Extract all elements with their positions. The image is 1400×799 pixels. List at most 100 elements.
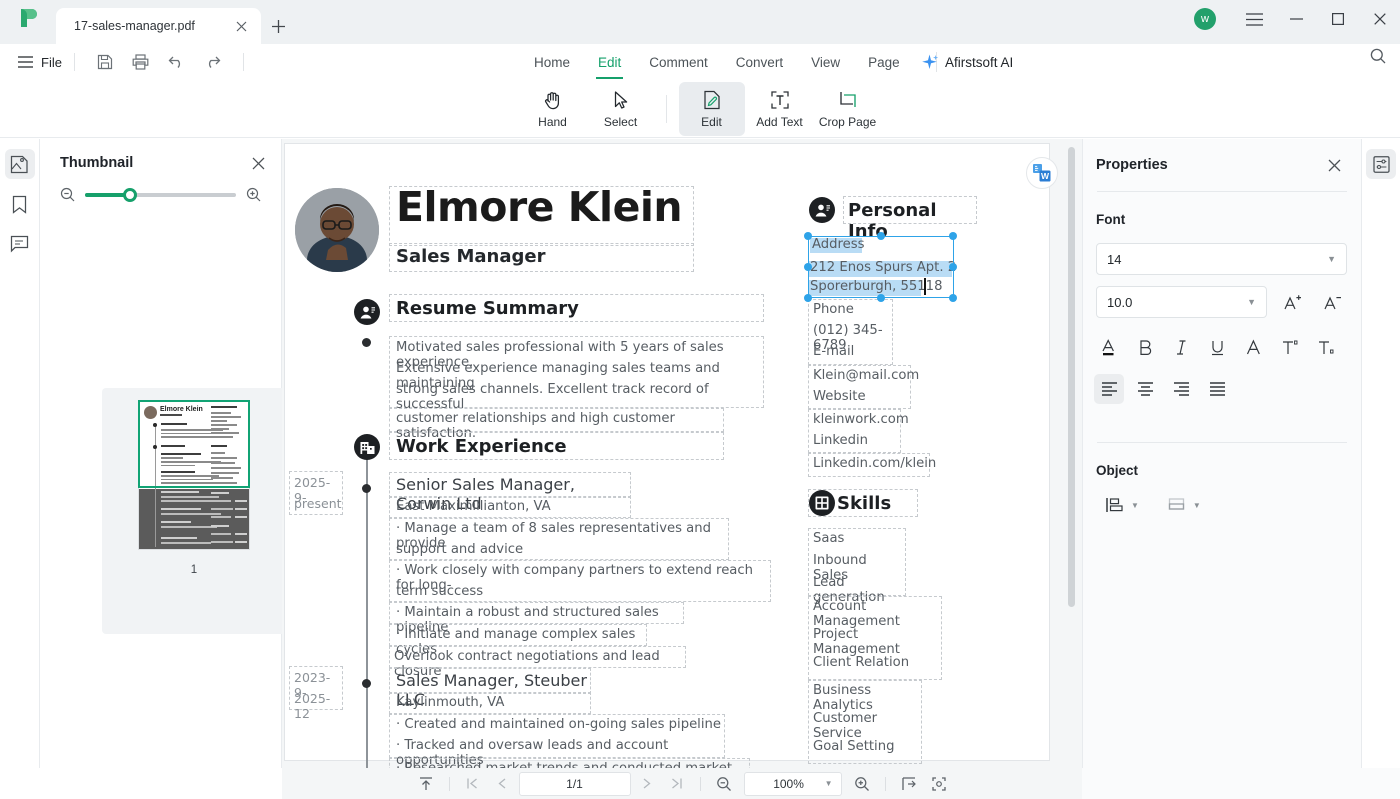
- skills-title-box[interactable]: Skills: [808, 489, 918, 517]
- new-tab-icon[interactable]: [261, 8, 295, 44]
- job1-title-box[interactable]: Senior Sales Manager, Corwin Ltd: [389, 472, 631, 513]
- menu-tab-comment[interactable]: Comment: [635, 45, 722, 79]
- personal-info-box-3[interactable]: kleinwork.com Linkedin: [808, 409, 909, 453]
- minimize-window-icon[interactable]: [1276, 4, 1316, 34]
- tool-edit[interactable]: Edit: [678, 81, 745, 136]
- undo-icon[interactable]: [164, 49, 190, 75]
- personal-info-box-2[interactable]: Klein@mail.com Website: [808, 365, 919, 409]
- resize-handle-tc[interactable]: [877, 232, 885, 240]
- document-viewport[interactable]: Elmore Klein Sales Manager Resume Summar…: [282, 139, 1082, 799]
- align-left-button[interactable]: [1094, 374, 1124, 404]
- job1-date-box[interactable]: 2025-9- present: [289, 471, 343, 515]
- personal-info-box-1[interactable]: Phone (012) 345-6789 E-mail: [808, 299, 893, 365]
- afirstsoft-ai-button[interactable]: Afirstsoft AI: [920, 44, 1013, 80]
- search-icon[interactable]: [1370, 48, 1386, 64]
- superscript-button[interactable]: [1274, 332, 1304, 362]
- job1-bullet-box-2[interactable]: · Work closely with company partners to …: [389, 560, 771, 602]
- close-tab-icon[interactable]: [231, 16, 251, 36]
- thumbnail-zoom-slider[interactable]: [85, 187, 236, 202]
- tool-select[interactable]: Select: [588, 82, 654, 136]
- file-menu-button[interactable]: File: [18, 55, 62, 70]
- rail-comment-button[interactable]: [5, 229, 35, 259]
- resume-summary-box-2[interactable]: customer relationships and high customer…: [389, 408, 724, 441]
- align-center-button[interactable]: [1130, 374, 1160, 404]
- font-size-select[interactable]: 10.0 ▼: [1096, 286, 1267, 318]
- arrange-objects-button[interactable]: ▼: [1167, 496, 1201, 514]
- menu-tab-convert[interactable]: Convert: [722, 45, 797, 79]
- subscript-button[interactable]: [1310, 332, 1340, 362]
- font-family-select[interactable]: 14 ▼: [1096, 243, 1347, 275]
- fit-to-top-button[interactable]: [412, 772, 440, 796]
- resume-role-box[interactable]: Sales Manager: [389, 243, 694, 272]
- rail-properties-button[interactable]: [1366, 149, 1396, 179]
- tool-add-text[interactable]: Add Text: [747, 82, 813, 136]
- resume-name-box[interactable]: Elmore Klein: [389, 183, 694, 246]
- text-style-button[interactable]: [1238, 332, 1268, 362]
- close-properties-panel-icon[interactable]: [1328, 159, 1341, 172]
- align-justify-button[interactable]: [1202, 374, 1232, 404]
- tool-hand[interactable]: Hand: [520, 82, 586, 136]
- first-page-button[interactable]: [459, 772, 487, 796]
- thumbnail-zoom-in-icon[interactable]: [246, 187, 261, 202]
- save-icon[interactable]: [92, 49, 118, 75]
- job1-bullet-box-1[interactable]: · Manage a team of 8 sales representativ…: [389, 518, 729, 560]
- resume-summary-box[interactable]: Motivated sales professional with 5 year…: [389, 336, 764, 412]
- job1-bullet-box-3[interactable]: · Maintain a robust and structured sales…: [389, 602, 684, 635]
- tool-crop-page[interactable]: Crop Page: [815, 82, 881, 136]
- menu-tab-home[interactable]: Home: [520, 45, 584, 79]
- last-page-button[interactable]: [663, 772, 691, 796]
- menu-tab-view[interactable]: View: [797, 45, 854, 79]
- menu-tab-edit[interactable]: Edit: [584, 45, 635, 79]
- user-avatar[interactable]: w: [1194, 8, 1216, 30]
- previous-page-button[interactable]: [489, 772, 517, 796]
- italic-button[interactable]: [1166, 332, 1196, 362]
- convert-to-word-button[interactable]: W: [1026, 157, 1058, 189]
- work-experience-title-box[interactable]: Work Experience: [389, 432, 724, 460]
- selected-text-box[interactable]: [808, 236, 954, 298]
- resize-handle-tl[interactable]: [804, 232, 812, 240]
- job1-bullet-box-4[interactable]: · Initiate and manage complex sales cycl…: [389, 624, 647, 657]
- resize-handle-mr[interactable]: [949, 263, 957, 271]
- thumbnail-zoom-out-icon[interactable]: [60, 187, 75, 202]
- slider-handle[interactable]: [123, 187, 138, 202]
- app-menu-icon[interactable]: [1234, 4, 1274, 34]
- underline-button[interactable]: [1202, 332, 1232, 362]
- rail-bookmark-button[interactable]: [5, 189, 35, 219]
- zoom-out-button[interactable]: [710, 772, 738, 796]
- job1-location-box[interactable]: East Maximillianton, VA: [389, 496, 631, 518]
- fit-width-button[interactable]: [895, 772, 923, 796]
- resize-handle-bl[interactable]: [804, 294, 812, 302]
- zoom-in-button[interactable]: [848, 772, 876, 796]
- menu-tab-page[interactable]: Page: [854, 45, 914, 79]
- close-thumbnail-panel-icon[interactable]: [252, 157, 265, 170]
- font-color-button[interactable]: [1094, 332, 1124, 362]
- pdf-page[interactable]: Elmore Klein Sales Manager Resume Summar…: [284, 143, 1050, 799]
- thumbnail-page-card[interactable]: Elmore Klein 1: [102, 388, 286, 634]
- skills-box-2[interactable]: Account Management Project Management Cl…: [808, 596, 942, 680]
- resize-handle-bc[interactable]: [877, 294, 885, 302]
- rail-thumbnail-button[interactable]: [4, 149, 35, 179]
- decrease-font-size-button[interactable]: [1317, 287, 1347, 317]
- fit-page-button[interactable]: [925, 772, 953, 796]
- zoom-level-select[interactable]: 100% ▼: [743, 771, 842, 796]
- skills-box-3[interactable]: Business Analytics Customer Service Goal…: [808, 680, 922, 764]
- align-right-button[interactable]: [1166, 374, 1196, 404]
- redo-icon[interactable]: [200, 49, 226, 75]
- align-objects-button[interactable]: ▼: [1105, 496, 1139, 514]
- close-window-icon[interactable]: [1360, 4, 1400, 34]
- increase-font-size-button[interactable]: [1277, 287, 1307, 317]
- job2-bullet-box-1[interactable]: · Created and maintained on-going sales …: [389, 714, 725, 768]
- bold-button[interactable]: [1130, 332, 1160, 362]
- job1-bullet-box-5[interactable]: Overlook contract negotiations and lead …: [389, 646, 686, 679]
- resume-summary-title-box[interactable]: Resume Summary: [389, 294, 764, 322]
- document-vertical-scrollbar[interactable]: [1068, 147, 1075, 607]
- next-page-button[interactable]: [633, 772, 661, 796]
- resize-handle-ml[interactable]: [804, 263, 812, 271]
- resume-photo[interactable]: [295, 188, 379, 272]
- page-number-input[interactable]: 1/1: [518, 771, 631, 796]
- resize-handle-tr[interactable]: [949, 232, 957, 240]
- document-tab[interactable]: 17-sales-manager.pdf: [56, 8, 261, 44]
- job2-date-box[interactable]: 2023-9- 2025-12: [289, 666, 343, 721]
- maximize-window-icon[interactable]: [1318, 4, 1358, 34]
- print-icon[interactable]: [128, 49, 154, 75]
